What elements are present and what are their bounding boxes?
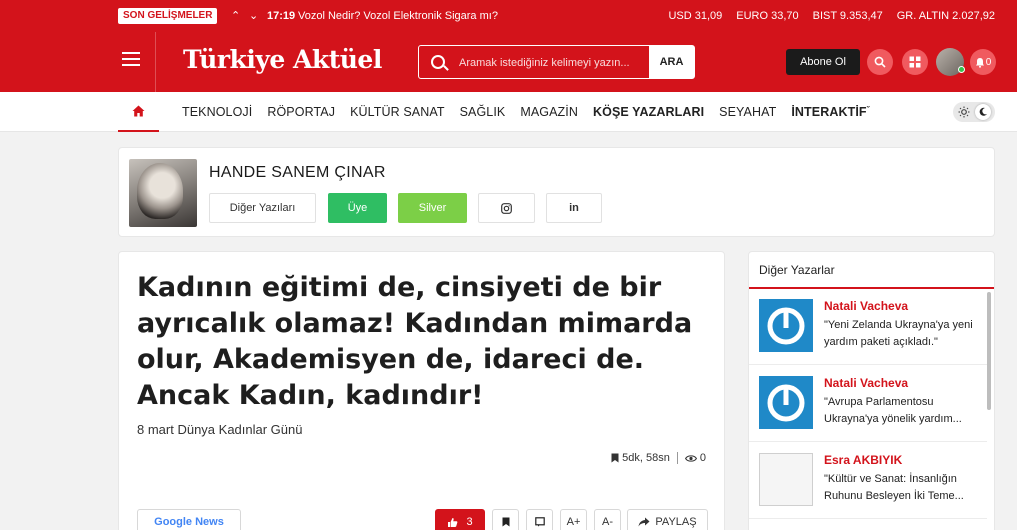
hamburger-menu-icon[interactable] [122,52,140,68]
market-gold: GR. ALTIN 2.027,92 [896,10,995,22]
home-icon [132,105,145,117]
font-decrease-button[interactable]: A- [594,509,621,530]
nav-item-saglik[interactable]: SAĞLIK [460,105,506,119]
share-button[interactable]: PAYLAŞ [627,509,708,530]
nav-item-teknoloji[interactable]: TEKNOLOJİ [182,105,252,119]
view-count: 0 [699,452,706,464]
header-divider [155,32,156,92]
breaking-news-bar: SON GELİŞMELER ⌃ ⌄ 17:19 Vozol Nedir? Vo… [0,0,1017,32]
nav-item-roportaj[interactable]: RÖPORTAJ [267,105,335,119]
article-title: Kadının eğitimi de, cinsiyeti de bir ayr… [137,272,693,411]
author-thumb-power-icon [759,376,813,429]
linkedin-icon: in [569,202,579,214]
search-box: ARA [418,45,695,79]
broken-image-icon [759,453,813,506]
other-authors-title: Diğer Yazarlar [759,263,835,277]
author-card: HANDE SANEM ÇINAR Diğer Yazıları Üye Sil… [118,147,995,237]
author-list-item[interactable]: Esra AKBIYIK "Kültür ve Sanat: İnsanlığı… [749,443,987,519]
theme-toggle[interactable] [953,102,995,122]
apps-grid-icon[interactable] [902,49,928,75]
sidebar-scrollbar[interactable] [987,292,991,410]
author-list-item[interactable]: Natali Vacheva "Avrupa Parlamentosu Ukra… [749,366,987,442]
nav-home[interactable] [118,92,159,132]
site-header: Türkiye Aktüel ARA Abone Ol 0 [0,32,1017,92]
author-item-name[interactable]: Esra AKBIYIK [824,453,902,467]
author-item-headline[interactable]: "Avrupa Parlamentosu Ukrayna'ya yönelik … [824,394,982,428]
like-count: 3 [466,516,473,528]
bookmark-save-icon [502,517,509,527]
notification-button[interactable]: 0 [970,49,996,75]
author-item-name[interactable]: Natali Vacheva [824,299,908,313]
main-nav: TEKNOLOJİ RÖPORTAJ KÜLTÜR SANAT SAĞLIK M… [0,92,1017,132]
notification-count: 0 [985,56,992,68]
other-articles-button[interactable]: Diğer Yazıları [209,193,316,223]
user-avatar[interactable] [936,48,965,76]
font-increase-button[interactable]: A+ [560,509,587,530]
online-status-dot [958,66,965,73]
subscribe-button[interactable]: Abone Ol [786,49,860,75]
market-bist: BIST 9.353,47 [812,10,883,22]
search-button[interactable]: ARA [649,46,694,78]
nav-item-interaktif[interactable]: İNTERAKTİFˇ [791,105,869,119]
article-meta: 5dk, 58sn 0 [611,452,706,464]
market-rates: USD 31,09 EURO 33,70 BIST 9.353,47 GR. A… [668,8,995,24]
linkedin-button[interactable]: in [546,193,602,223]
nav-item-magazin[interactable]: MAGAZİN [520,105,578,119]
read-time: 5dk, 58sn [622,452,670,464]
article-card: Kadının eğitimi de, cinsiyeti de bir ayr… [118,251,725,530]
market-euro: EURO 33,70 [736,10,799,22]
moon-icon [975,104,991,120]
eye-icon [684,454,697,462]
author-thumb-power-icon [759,299,813,352]
search-icon [431,55,445,69]
header-search-icon[interactable] [867,49,893,75]
author-list-item[interactable]: Natali Vacheva "Yeni Zelanda Ukrayna'ya … [749,289,987,365]
bookmark-icon [611,453,619,463]
share-icon [638,517,650,527]
article-subtitle: 8 mart Dünya Kadınlar Günü [137,422,303,437]
bell-icon [975,57,984,68]
comment-button[interactable] [526,509,553,530]
author-item-headline[interactable]: "Yeni Zelanda Ukrayna'ya yeni yardım pak… [824,317,982,351]
member-badge-button[interactable]: Üye [328,193,387,223]
breaking-news-badge: SON GELİŞMELER [118,8,218,24]
ticker-headline[interactable]: Vozol Nedir? Vozol Elektronik Sigara mı? [298,8,498,24]
save-button[interactable] [492,509,519,530]
author-photo [129,159,197,227]
author-item-headline[interactable]: "Kültür ve Sanat: İnsanlığın Ruhunu Besl… [824,471,982,505]
instagram-icon [501,202,512,214]
share-label: PAYLAŞ [655,516,697,528]
instagram-button[interactable] [478,193,535,223]
silver-badge-button[interactable]: Silver [398,193,467,223]
google-news-button[interactable]: Google News [137,509,241,530]
chevron-down-icon: ˇ [866,105,870,115]
author-name: HANDE SANEM ÇINAR [209,164,386,181]
ticker-time: 17:19 [267,10,296,22]
author-item-name[interactable]: Natali Vacheva [824,376,908,390]
nav-item-interaktif-label: İNTERAKTİF [791,105,867,119]
market-usd: USD 31,09 [668,10,723,22]
nav-menu: TEKNOLOJİ RÖPORTAJ KÜLTÜR SANAT SAĞLIK M… [182,92,885,132]
google-news-label: Google News [154,516,224,528]
nav-item-kultur-sanat[interactable]: KÜLTÜR SANAT [350,105,445,119]
ticker-next-icon[interactable]: ⌄ [249,8,258,24]
site-logo[interactable]: Türkiye Aktüel [183,45,382,74]
nav-item-kose-yazarlari[interactable]: KÖŞE YAZARLARI [593,105,704,119]
thumbs-up-icon [448,517,458,527]
nav-item-seyahat[interactable]: SEYAHAT [719,105,776,119]
ticker-prev-icon[interactable]: ⌃ [231,8,240,24]
sun-icon [958,106,970,118]
comment-icon [534,517,545,527]
like-button[interactable]: 3 [435,509,485,530]
other-authors-panel: Diğer Yazarlar Natali Vacheva "Yeni Zela… [748,251,995,530]
search-input[interactable] [459,53,649,73]
